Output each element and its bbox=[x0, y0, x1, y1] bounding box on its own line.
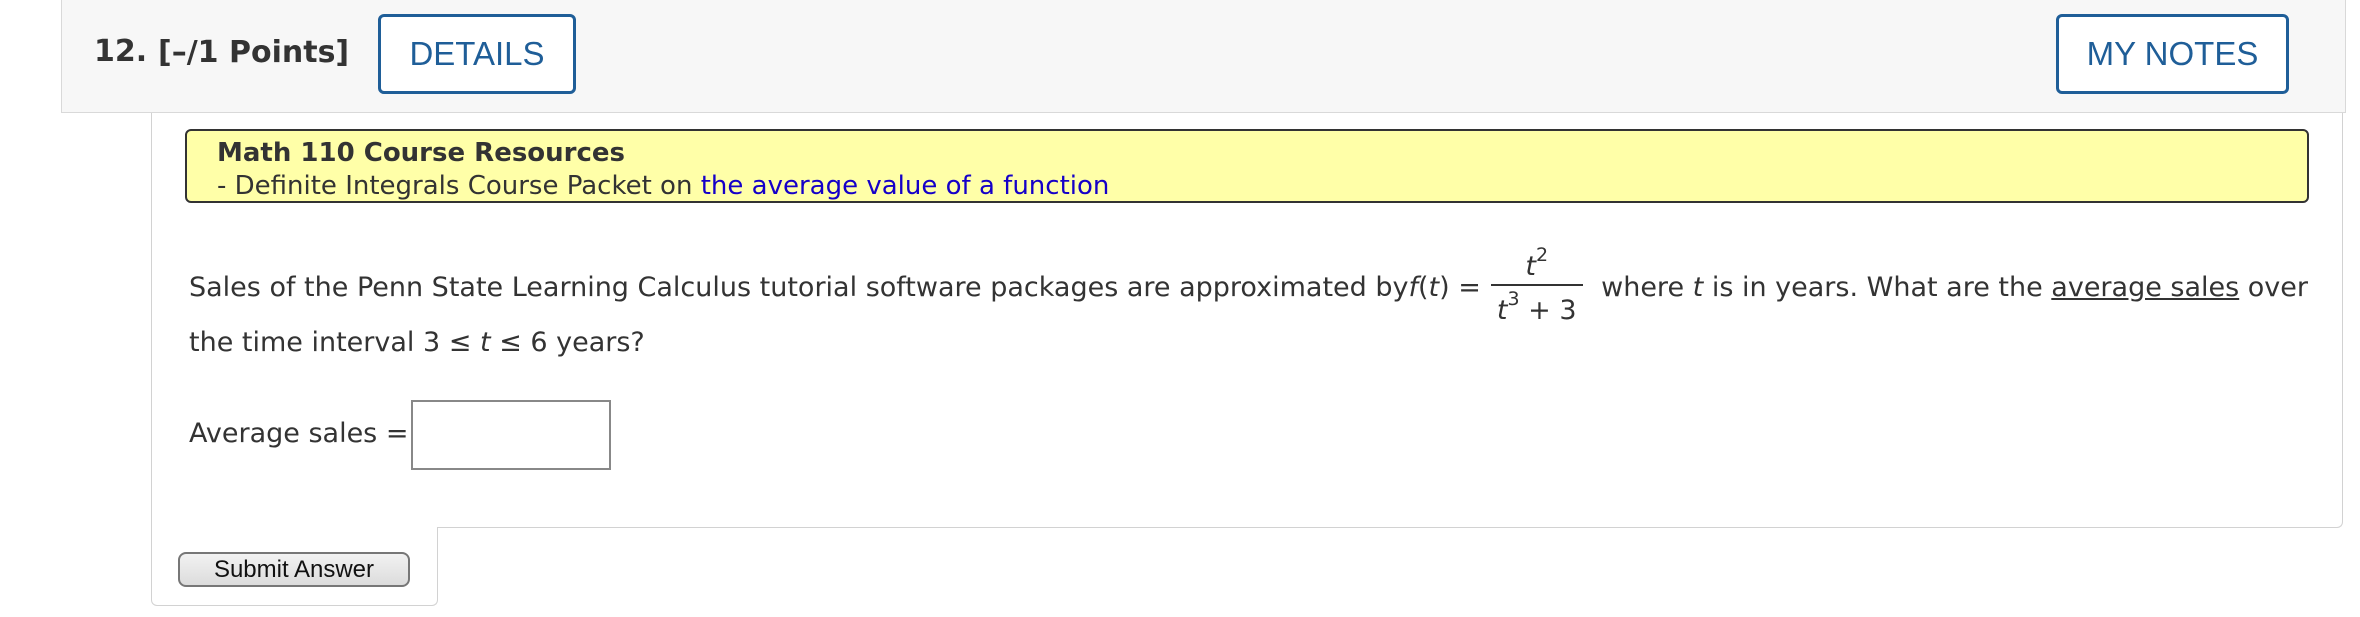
my-notes-button[interactable]: MY NOTES bbox=[2056, 14, 2289, 94]
function-fraction: t2 t3 + 3 bbox=[1490, 242, 1583, 328]
details-button[interactable]: DETAILS bbox=[378, 14, 576, 94]
question-header: 12. [–/1 Points] DETAILS MY NOTES bbox=[61, 0, 2346, 113]
fraction-denominator: t3 + 3 bbox=[1490, 284, 1583, 328]
function-var: t bbox=[1428, 271, 1440, 303]
resources-line: - Definite Integrals Course Packet on th… bbox=[217, 169, 2277, 203]
average-sales-underlined: average sales bbox=[2051, 271, 2240, 303]
submit-answer-button[interactable]: Submit Answer bbox=[178, 552, 410, 587]
denominator-rest: + 3 bbox=[1519, 295, 1577, 326]
function-paren-open: ( bbox=[1418, 271, 1429, 303]
question-points: [–/1 Points] bbox=[158, 35, 350, 70]
average-sales-input[interactable] bbox=[411, 400, 611, 470]
statement-line2-b: years? bbox=[547, 327, 645, 358]
interval-start: 3 ≤ bbox=[423, 327, 480, 358]
denominator-var: t bbox=[1496, 295, 1508, 326]
resources-line-prefix: - Definite Integrals Course Packet on bbox=[217, 171, 701, 201]
statement-text-4: over bbox=[2239, 271, 2308, 303]
statement-var: t bbox=[1692, 271, 1704, 303]
question-number: 12. bbox=[94, 34, 148, 69]
function-name: f bbox=[1408, 271, 1418, 303]
course-resources-box: Math 110 Course Resources - Definite Int… bbox=[185, 129, 2309, 203]
average-sales-label: Average sales = bbox=[189, 418, 409, 449]
question-body: Math 110 Course Resources - Definite Int… bbox=[151, 113, 2343, 528]
numerator-var: t bbox=[1525, 251, 1536, 282]
average-value-link[interactable]: the average value of a function bbox=[701, 171, 1110, 201]
statement-text-2: where bbox=[1592, 271, 1693, 303]
statement-text-3: is in years. What are the bbox=[1703, 271, 2052, 303]
statement-line-2: the time interval 3 ≤ t ≤ 6 years? bbox=[189, 327, 645, 358]
resources-title: Math 110 Course Resources bbox=[217, 138, 626, 168]
statement-text-1: Sales of the Penn State Learning Calculu… bbox=[189, 271, 1409, 303]
interval-end: ≤ 6 bbox=[490, 327, 548, 358]
fraction-numerator: t2 bbox=[1519, 242, 1554, 284]
interval-var: t bbox=[479, 327, 491, 358]
denominator-exponent: 3 bbox=[1507, 288, 1520, 310]
numerator-exponent: 2 bbox=[1535, 244, 1549, 266]
statement-line2-a: the time interval bbox=[189, 327, 423, 358]
function-paren-close: ) = bbox=[1439, 271, 1481, 303]
